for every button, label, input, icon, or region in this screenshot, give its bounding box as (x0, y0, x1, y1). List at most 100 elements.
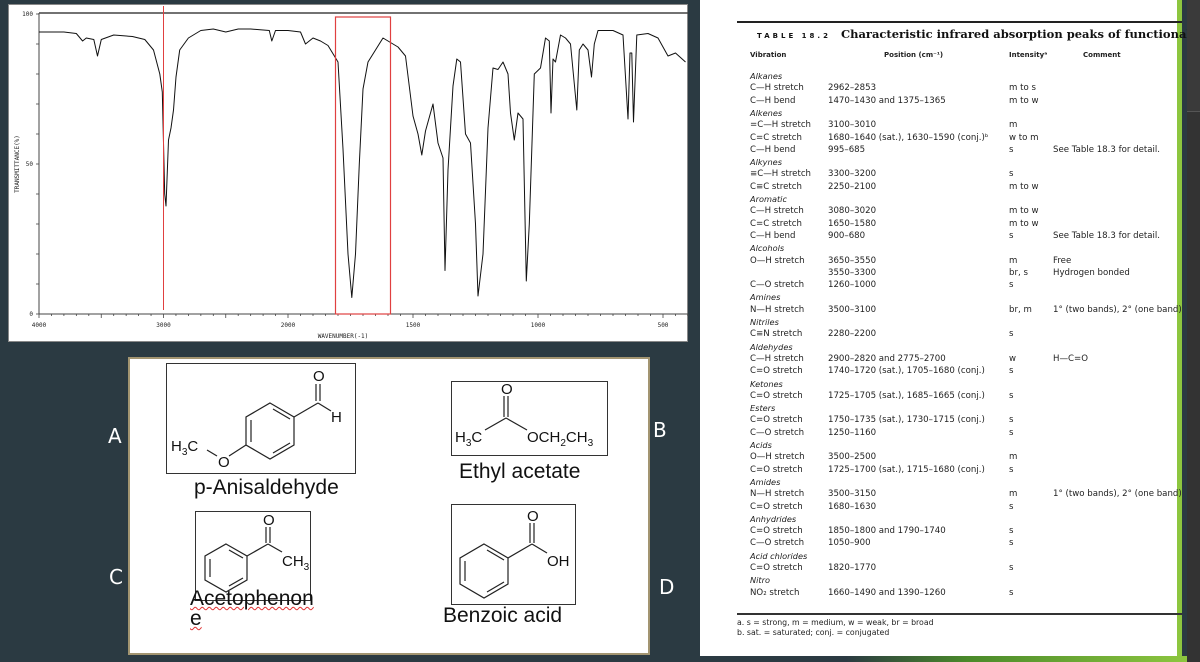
atom-h: H (331, 409, 342, 426)
table-row: C—O stretch 1050–900 s (700, 538, 1182, 550)
intensity-cell: m to w (1009, 218, 1039, 229)
footnote-b: b. sat. = saturated; conj. = conjugated (737, 628, 890, 637)
structures-panel: O H O H3C p-Anisaldehyde O H3C OCH2CH3 E… (128, 357, 650, 655)
table-row: C—H stretch 2900–2820 and 2775–2700 w H—C=O (700, 354, 1182, 366)
table-row: =C—H stretch 3100–3010 m (700, 120, 1182, 132)
atom-o-methoxy: O (218, 454, 230, 471)
position-cell: 995–685 (828, 144, 866, 155)
position-cell: 1750–1735 (sat.), 1730–1715 (conj.) (828, 415, 985, 426)
table-group-row: Ketones (700, 379, 1182, 391)
table-row: C=O stretch 1850–1800 and 1790–1740 s (700, 526, 1182, 538)
comment-cell: See Table 18.3 for detail. (1053, 144, 1161, 155)
table-row: O—H stretch 3650–3550 m Free (700, 256, 1182, 268)
position-cell: 1680–1630 (828, 501, 877, 512)
table-row: C≡N stretch 2280–2200 s (700, 329, 1182, 341)
ir-spectrum-chart: 0 50 100 4000 3000 2000 1500 1000 500 WAVENUMBER(… (14, 6, 689, 340)
position-cell: 3080–3020 (828, 206, 877, 217)
intensity-cell: s (1009, 563, 1014, 573)
group-label: Nitro (750, 575, 770, 586)
table-row: C=O stretch 1740–1720 (sat.), 1705–1680 (… (700, 366, 1182, 378)
atom-o: O (263, 512, 275, 529)
table-group-row: Alkanes (700, 71, 1182, 83)
vibration-cell: C=O stretch (750, 526, 803, 537)
comment-cell: Free (1053, 255, 1072, 266)
comment-cell: H—C=O (1053, 353, 1089, 364)
vibration-cell: C=C stretch (750, 218, 802, 229)
position-cell: 3500–2500 (828, 452, 877, 463)
y-tick-label: 50 (26, 161, 34, 168)
intensity-cell: s (1009, 427, 1014, 438)
group-label: Acids (750, 440, 772, 450)
vibration-cell: O—H stretch (750, 452, 805, 463)
name-benzoic-acid: Benzoic acid (443, 604, 563, 627)
label-b: B (653, 418, 667, 442)
vibration-cell: C=O stretch (750, 415, 803, 426)
comment-cell: 1° (two bands), 2° (one band) (1053, 489, 1182, 500)
intensity-cell: s (1009, 526, 1014, 537)
name-acetophenone: Acetophenon e (190, 587, 314, 629)
table-row: C=O stretch 1820–1770 s (700, 563, 1182, 575)
x-tick-label: 1000 (531, 322, 546, 329)
table-row: C—H stretch 2962–2853 m to s (700, 83, 1182, 95)
intensity-cell: s (1009, 329, 1014, 340)
vibration-cell: C—H stretch (750, 83, 804, 94)
ethyl-acetate-drawing: O H3C OCH2CH3 (455, 382, 594, 449)
table-number: TABLE 18.2 (757, 32, 831, 40)
vibration-cell: C=O stretch (750, 464, 803, 475)
vibration-cell: C—H bend (750, 144, 796, 155)
intensity-cell: m (1009, 489, 1018, 500)
vibration-cell: C—O stretch (750, 280, 805, 291)
vibration-cell: =C—H stretch (750, 120, 812, 131)
vibration-cell: C=O stretch (750, 563, 803, 573)
table-group-row: Alkynes (700, 157, 1182, 169)
group-label: Amides (750, 476, 781, 487)
y-tick-label: 0 (29, 311, 33, 318)
position-cell: 3300–3200 (828, 169, 877, 180)
table-group-row: Acid chlorides (700, 551, 1182, 563)
table-group-row: Alkenes (700, 108, 1182, 120)
benzoic-acid-drawing: O OH (459, 508, 570, 599)
structure-ethyl-acetate: O H3C OCH2CH3 (451, 381, 608, 456)
position-cell: 3100–3010 (828, 120, 877, 131)
label-a: A (108, 424, 122, 448)
table-row: C≡C stretch 2250–2100 m to w (700, 182, 1182, 194)
header-vibration: Vibration (750, 51, 787, 59)
atom-o: O (313, 368, 325, 385)
table-row: N—H stretch 3500–3100 br, m 1° (two bands),… (700, 305, 1182, 317)
position-cell: 1725–1700 (sat.), 1715–1680 (conj.) (828, 464, 985, 475)
table-row: C=O stretch 1680–1630 s (700, 502, 1182, 514)
table-group-row: Aldehydes (700, 342, 1182, 354)
vibration-cell: N—H stretch (750, 489, 805, 500)
group-label: Acid chlorides (750, 550, 808, 561)
intensity-cell: s (1009, 501, 1014, 512)
name-acetophenone-line1: Acetophenon (190, 587, 314, 610)
table-row: C—H bend 900–680 s See Table 18.3 for detai… (700, 231, 1182, 243)
group-label: Aromatic (750, 194, 787, 204)
vibration-cell: C—H bend (750, 95, 796, 106)
table-row: ≡C—H stretch 3300–3200 s (700, 169, 1182, 181)
table-group-row: Nitriles (700, 317, 1182, 329)
ir-spectrum-panel: 0 50 100 4000 3000 2000 1500 1000 500 WAVENUMBER(… (8, 4, 689, 342)
vibration-cell: C≡N stretch (750, 329, 803, 340)
intensity-cell: w to m (1009, 132, 1039, 143)
structure-benzoic-acid: O OH (451, 504, 576, 605)
position-cell: 3500–3100 (828, 304, 877, 315)
x-tick-label: 1500 (406, 322, 421, 329)
table-bottom-rule (737, 613, 1182, 615)
atom-o: O (527, 508, 539, 525)
position-cell: 1725–1705 (sat.), 1685–1665 (conj.) (828, 390, 985, 401)
vibration-cell: C—O stretch (750, 538, 805, 549)
vibration-cell: O—H stretch (750, 255, 805, 266)
vibration-cell: ≡C—H stretch (750, 169, 812, 180)
intensity-cell: w (1009, 353, 1017, 364)
table-group-row: Amines (700, 292, 1182, 304)
table-group-row: Nitro (700, 575, 1182, 587)
intensity-cell: s (1009, 390, 1014, 401)
svg-text:OCH2CH3: OCH2CH3 (527, 429, 594, 449)
intensity-cell: m to s (1009, 83, 1036, 94)
group-label: Aldehydes (750, 341, 793, 352)
comment-cell: See Table 18.3 for detail. (1053, 230, 1161, 241)
intensity-cell: m (1009, 452, 1018, 463)
label-c: C (109, 565, 123, 589)
footnote-a: a. s = strong, m = medium, w = weak, br … (737, 618, 934, 627)
